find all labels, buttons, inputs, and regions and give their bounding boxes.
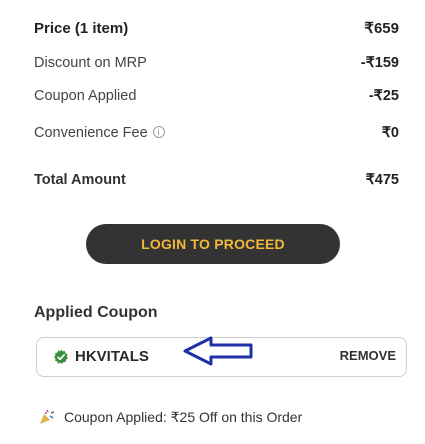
coupon-label: Coupon Applied [34, 88, 137, 104]
remove-coupon-button[interactable]: REMOVE [340, 348, 396, 363]
coupon-applied-text: Coupon Applied: ₹25 Off on this Order [64, 408, 303, 425]
discount-row: Discount on MRP -₹159 [34, 55, 399, 71]
coupon-badge-icon [53, 349, 68, 364]
login-to-proceed-button[interactable]: LOGIN TO PROCEED [86, 224, 340, 264]
convenience-label-wrap: Convenience Fee [34, 125, 165, 141]
total-label: Total Amount [34, 172, 126, 188]
convenience-label: Convenience Fee [34, 125, 148, 141]
total-value: ₹475 [365, 172, 399, 188]
total-row: Total Amount ₹475 [34, 172, 399, 188]
coupon-code: HKVITALS [75, 348, 149, 365]
price-label: Price (1 item) [34, 19, 129, 37]
party-popper-icon [40, 409, 55, 424]
discount-value: -₹159 [360, 55, 399, 71]
convenience-row: Convenience Fee ₹0 [34, 125, 399, 141]
coupon-value: -₹25 [368, 88, 399, 104]
discount-label: Discount on MRP [34, 55, 147, 71]
convenience-value: ₹0 [381, 125, 399, 141]
coupon-applied-message: Coupon Applied: ₹25 Off on this Order [38, 408, 302, 426]
annotation-arrow-icon [183, 336, 253, 366]
applied-coupon-title: Applied Coupon [34, 304, 158, 321]
price-value: ₹659 [364, 20, 399, 37]
info-icon[interactable] [152, 126, 165, 138]
coupon-row: Coupon Applied -₹25 [34, 88, 399, 104]
coupon-code-wrap: HKVITALS [53, 348, 149, 365]
price-row: Price (1 item) ₹659 [34, 19, 399, 38]
